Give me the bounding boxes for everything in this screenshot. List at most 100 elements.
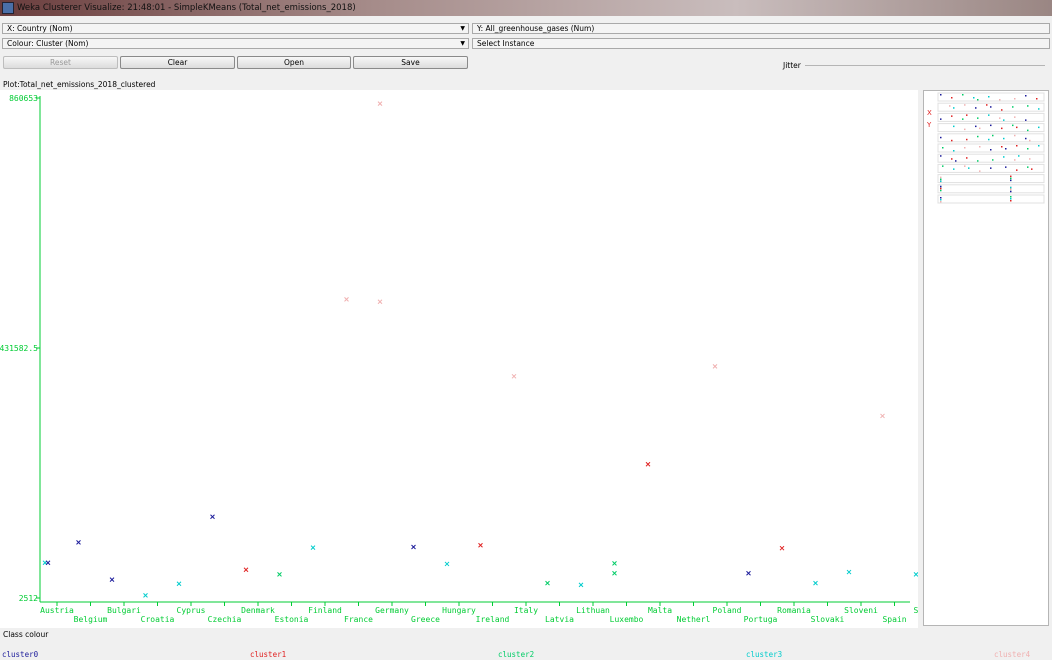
data-point [478,542,483,548]
overview-point [1027,129,1029,132]
overview-point [940,180,942,183]
overview-point [1014,159,1016,161]
overview-point [1003,156,1005,158]
legend-cluster1[interactable]: cluster1 [250,650,286,659]
data-point [612,570,617,576]
clear-button[interactable]: Clear [120,56,235,69]
y-axis-select-value: Y: All_greenhouse_gases (Num) [477,24,595,33]
x-tick-label: Hungary [442,606,476,615]
overview-point [1010,175,1012,178]
overview-point [940,94,942,96]
x-tick-label: Croatia [141,615,175,624]
overview-point [951,97,953,99]
x-tick-label: Latvia [545,615,574,624]
overview-point [1001,146,1003,148]
overview-point [1031,168,1033,170]
data-point [210,514,215,520]
overview-point [951,139,953,142]
x-tick-label: Sweden [914,606,918,615]
data-point [712,364,718,369]
overview-point [940,201,942,203]
legend-cluster2[interactable]: cluster2 [498,650,534,659]
x-axis-select[interactable]: X: Country (Nom) ▼ [2,23,469,34]
overview-point [1001,109,1003,111]
overview-point [979,170,981,172]
x-tick-label: Spain [882,615,906,624]
legend-cluster3[interactable]: cluster3 [746,650,782,659]
overview-point [1010,179,1012,182]
overview-point [1025,119,1027,121]
x-tick-label: Czechia [208,615,242,624]
overview-point [940,199,942,201]
data-point [76,540,81,545]
overview-point [1016,169,1018,171]
overview-point [951,115,953,117]
data-point [45,560,51,566]
overview-point [949,105,951,107]
x-tick-label: Cyprus [177,606,206,615]
x-tick-label: Bulgari [107,606,141,615]
overview-point [977,99,979,101]
overview-point [1036,98,1038,100]
overview-point [979,127,981,130]
overview-point [986,104,988,106]
overview-point [1038,126,1040,129]
overview-point [992,159,994,161]
x-tick-label: Finland [308,606,342,615]
jitter-label: Jitter [783,61,801,70]
overview-strip [937,194,1045,204]
reset-button[interactable]: Reset [3,56,118,69]
matrix-overview-svg: XY [926,92,1045,204]
data-point [277,572,282,577]
select-instance-select[interactable]: Select Instance [472,38,1050,49]
data-point [846,569,852,575]
x-tick-label: Estonia [275,615,309,624]
overview-point [975,125,977,128]
overview-point [1010,198,1012,200]
overview-point [940,178,942,181]
y-axis-select[interactable]: Y: All_greenhouse_gases (Num) [472,23,1050,34]
overview-point [966,138,968,141]
open-button[interactable]: Open [237,56,351,69]
overview-point [940,185,942,188]
colour-select[interactable]: Colour: Cluster (Nom) ▼ [2,38,469,49]
chevron-down-icon: ▼ [460,25,465,32]
data-point [578,582,584,588]
x-tick-label: Luxembo [610,615,644,624]
scatter-plot-area[interactable]: 860653 431582.5 2512 Austria Belgium Bulgari C… [0,90,918,628]
overview-point [1029,158,1031,160]
overview-point [962,94,964,96]
overview-point [977,160,979,162]
overview-point [979,146,981,148]
overview-point [940,197,942,199]
y-tick-label: 860653 [9,94,38,103]
window-titlebar: Weka Clusterer Visualize: 21:48:01 - Sim… [0,0,1052,16]
legend-cluster0[interactable]: cluster0 [2,650,38,659]
overview-strip [937,184,1045,194]
overview-point [1016,126,1018,129]
overview-point [975,107,977,109]
x-tick-label: Sloveni [844,606,878,615]
x-tick-label: Ireland [476,615,510,624]
overview-point [1038,145,1040,147]
data-point [109,577,115,583]
overview-point [940,189,942,192]
overview-point [992,134,994,137]
legend-cluster4[interactable]: cluster4 [994,650,1030,659]
overview-point [953,107,955,109]
matrix-overview-panel[interactable]: XY [923,90,1049,626]
overview-point [1025,137,1027,140]
overview-point [953,125,955,128]
overview-point [940,187,942,190]
x-tick-label: Austria [40,606,74,615]
save-button[interactable]: Save [353,56,468,69]
overview-point [955,160,957,162]
x-tick-label: Malta [648,606,672,615]
data-point [746,570,751,576]
overview-point [1014,134,1016,137]
x-tick-label: Slovaki [811,615,845,624]
select-instance-value: Select Instance [477,39,535,48]
jitter-slider[interactable] [805,65,1045,66]
overview-point [964,104,966,106]
overview-point [1010,177,1012,180]
